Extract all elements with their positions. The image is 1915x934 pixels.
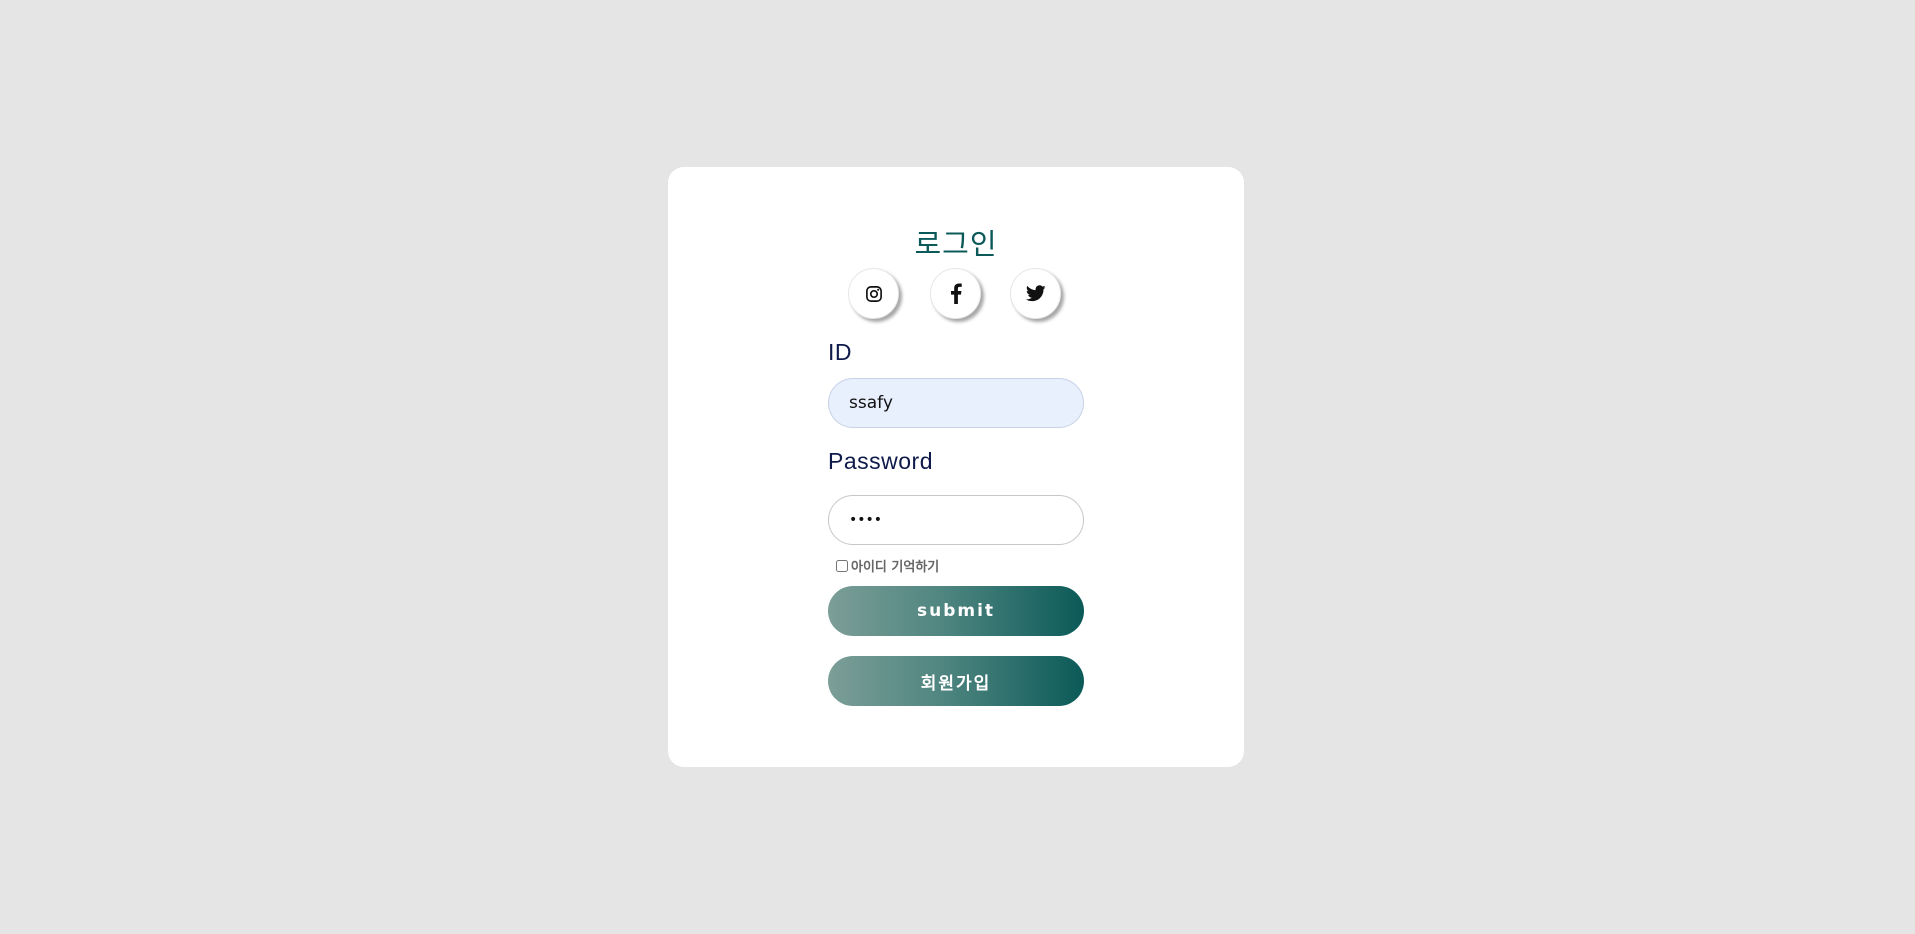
twitter-icon xyxy=(1025,285,1046,302)
password-label: Password xyxy=(828,448,933,474)
remember-id-option[interactable]: 아이디 기억하기 xyxy=(836,556,939,575)
password-input[interactable] xyxy=(828,495,1084,545)
login-card: 로그인 ID ssafy Password •••• 아이디 기억하기 subm… xyxy=(668,167,1244,767)
twitter-button[interactable] xyxy=(1010,268,1061,319)
facebook-icon xyxy=(950,283,962,304)
signup-button[interactable]: 회원가입 xyxy=(828,656,1084,706)
id-label: ID xyxy=(828,339,852,365)
id-input[interactable] xyxy=(828,378,1084,428)
social-login-row xyxy=(668,268,1244,320)
page-title: 로그인 xyxy=(914,227,998,261)
submit-button[interactable]: submit xyxy=(828,586,1084,636)
instagram-button[interactable] xyxy=(848,268,899,319)
remember-id-checkbox[interactable] xyxy=(836,559,848,572)
facebook-button[interactable] xyxy=(930,268,981,319)
remember-id-label: 아이디 기억하기 xyxy=(851,560,940,575)
instagram-icon xyxy=(865,285,883,303)
